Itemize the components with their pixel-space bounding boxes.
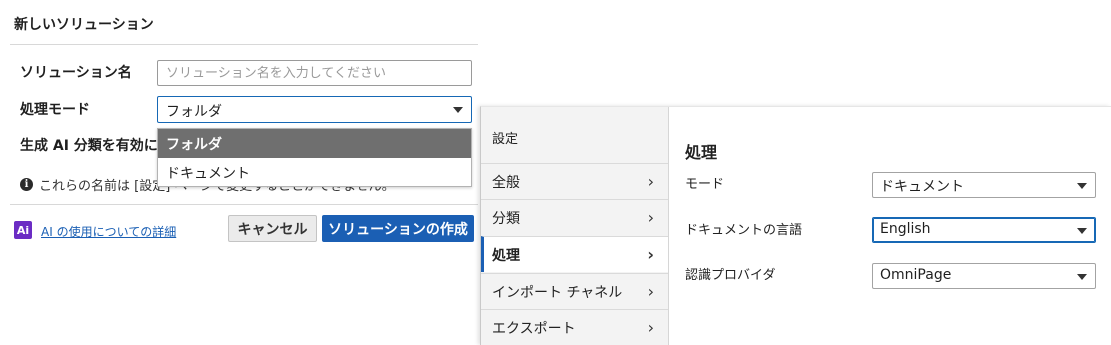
sidebar-item-general[interactable]: 全般 ›	[481, 163, 668, 199]
sidebar-item-label: 全般	[492, 174, 520, 191]
solution-name-label: ソリューション名	[20, 65, 132, 81]
mode-label: モード	[685, 177, 725, 192]
cancel-button[interactable]: キャンセル	[228, 215, 317, 242]
mode-value: ドキュメント	[880, 179, 964, 195]
ai-icon: Ai	[14, 221, 32, 239]
recognition-provider-value: OmniPage	[880, 267, 952, 283]
settings-sidebar: 設定 全般 › 分類 › 処理 › インポート チャネル › エクスポート ›	[481, 107, 669, 345]
solution-name-input[interactable]	[157, 60, 472, 86]
section-title: 処理	[685, 143, 718, 162]
divider	[10, 204, 478, 205]
settings-header: 設定	[492, 132, 519, 147]
processing-mode-dropdown: フォルダ ドキュメント	[157, 128, 472, 187]
dialog-title: 新しいソリューション	[14, 17, 154, 33]
document-language-label: ドキュメントの言語	[685, 223, 803, 238]
create-solution-button[interactable]: ソリューションの作成	[322, 215, 474, 242]
dropdown-option-folder[interactable]: フォルダ	[158, 129, 471, 158]
dropdown-option-document[interactable]: ドキュメント	[158, 158, 471, 187]
sidebar-item-label: 処理	[492, 247, 520, 264]
processing-mode-label: 処理モード	[20, 102, 90, 118]
recognition-provider-select[interactable]: OmniPage	[872, 263, 1096, 289]
chevron-right-icon: ›	[647, 282, 654, 301]
chevron-right-icon: ›	[647, 208, 654, 227]
settings-panel: 設定 全般 › 分類 › 処理 › インポート チャネル › エクスポート › …	[480, 106, 1111, 345]
gen-ai-label: 生成 AI 分類を有効にす	[20, 138, 172, 154]
sidebar-item-label: エクスポート	[492, 320, 576, 337]
sidebar-item-import-channels[interactable]: インポート チャネル ›	[481, 273, 668, 309]
chevron-down-icon	[1077, 274, 1087, 280]
sidebar-item-export[interactable]: エクスポート ›	[481, 309, 668, 345]
sidebar-item-label: 分類	[492, 210, 520, 227]
ai-usage-link[interactable]: AI の使用についての詳細	[41, 223, 176, 240]
sidebar-item-classification[interactable]: 分類 ›	[481, 199, 668, 235]
chevron-down-icon	[453, 107, 463, 113]
sidebar-item-processing[interactable]: 処理 ›	[481, 236, 668, 272]
mode-select[interactable]: ドキュメント	[872, 172, 1096, 198]
divider	[10, 44, 478, 45]
chevron-right-icon: ›	[647, 245, 654, 264]
processing-mode-select[interactable]: フォルダ	[157, 96, 472, 123]
recognition-provider-label: 認識プロバイダ	[685, 268, 776, 283]
chevron-down-icon	[1077, 183, 1087, 189]
chevron-right-icon: ›	[647, 318, 654, 337]
chevron-down-icon	[1077, 228, 1087, 234]
chevron-right-icon: ›	[647, 172, 654, 191]
document-language-value: English	[880, 221, 931, 237]
processing-mode-value: フォルダ	[166, 104, 222, 120]
document-language-select[interactable]: English	[872, 217, 1096, 243]
info-icon: i	[20, 178, 33, 191]
sidebar-item-label: インポート チャネル	[492, 284, 623, 301]
